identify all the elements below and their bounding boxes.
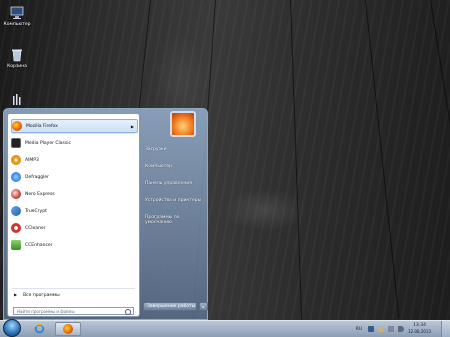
program-item-nero-express[interactable]: Nero Express <box>11 187 136 201</box>
triangle-right-icon: ▶ <box>14 292 18 297</box>
program-item-aimp3[interactable]: AIMP3 <box>11 153 136 167</box>
plank-seam <box>365 0 400 319</box>
desktop-icon-computer[interactable]: Компьютер <box>0 6 34 27</box>
program-name: Nero Express <box>25 191 55 197</box>
system-tray: RU 13:34 12.08.2013 <box>356 321 450 337</box>
program-name: Mozilla Firefox <box>26 123 58 129</box>
volume-icon[interactable] <box>398 326 405 332</box>
separator <box>12 133 135 134</box>
network-status-icon[interactable] <box>388 326 395 332</box>
program-name: Media Player Classic <box>25 140 71 146</box>
clock-date: 12.08.2013 <box>408 329 431 334</box>
program-item-ccleaner[interactable]: CCleaner <box>11 221 136 235</box>
recycle-bin-icon <box>9 48 25 62</box>
action-center-flag-icon[interactable] <box>378 326 385 332</box>
desktop-icon-network[interactable] <box>0 92 34 108</box>
clock[interactable]: 13:34 12.08.2013 <box>408 323 431 335</box>
user-avatar[interactable] <box>170 111 196 137</box>
nero-icon <box>11 189 21 199</box>
firefox-icon <box>12 121 22 131</box>
taskbar: RU 13:34 12.08.2013 <box>0 319 450 337</box>
ccleaner-icon <box>11 223 21 233</box>
right-item-computer[interactable]: Компьютер <box>145 164 172 169</box>
program-name: AIMP3 <box>25 157 39 163</box>
computer-icon <box>9 6 25 20</box>
ccenhancer-icon <box>11 240 21 250</box>
separator <box>12 288 135 289</box>
program-name: CCleaner <box>25 225 46 231</box>
right-item-default-programs[interactable]: Программы по умолчанию <box>145 215 207 225</box>
right-item-control-panel[interactable]: Панель управления <box>145 181 192 186</box>
plank-seam <box>290 0 303 320</box>
all-programs-label: Все программы <box>23 293 60 298</box>
right-item-devices-printers[interactable]: Устройства и принтеры <box>145 198 201 203</box>
language-indicator[interactable]: RU <box>356 327 362 332</box>
search-placeholder: Найти программы и файлы <box>17 308 75 314</box>
defraggler-icon <box>11 172 21 182</box>
shutdown-button[interactable]: Завершение работы <box>143 302 197 311</box>
program-item-media-player-classic[interactable]: Media Player Classic <box>11 136 136 150</box>
show-hidden-icons-icon[interactable] <box>368 326 375 332</box>
shutdown-options-arrow-icon[interactable]: ▸ <box>199 302 208 311</box>
submenu-arrow-icon[interactable]: ▶ <box>131 124 134 129</box>
program-name: CCEnhancer <box>25 242 53 248</box>
search-icon[interactable] <box>125 309 131 315</box>
media-player-icon <box>11 138 21 148</box>
taskbar-app-internet-explorer[interactable] <box>26 322 52 336</box>
search-input[interactable]: Найти программы и файлы <box>13 307 134 315</box>
program-item-ccenhancer[interactable]: CCEnhancer <box>11 238 136 252</box>
truecrypt-icon <box>11 206 21 216</box>
right-item-downloads[interactable]: Загрузки <box>145 147 167 152</box>
desktop-icon-recycle-bin[interactable]: Корзина <box>0 48 34 69</box>
taskbar-app-firefox[interactable] <box>55 322 81 336</box>
plank-seam <box>430 0 450 317</box>
show-desktop-button[interactable] <box>441 321 450 337</box>
program-name: TrueCrypt <box>25 208 47 214</box>
program-item-firefox[interactable]: Mozilla Firefox ▶ <box>11 119 138 133</box>
start-button[interactable] <box>3 319 21 337</box>
start-menu-programs-pane: Mozilla Firefox ▶ Media Player Classic A… <box>7 113 140 317</box>
program-item-defraggler[interactable]: Defraggler <box>11 170 136 184</box>
internet-explorer-icon <box>34 323 45 336</box>
network-icon <box>9 92 25 106</box>
desktop-icon-label: Компьютер <box>3 22 31 27</box>
desktop-icon-label: Корзина <box>7 64 27 69</box>
aimp-icon <box>11 155 21 165</box>
program-name: Defraggler <box>25 174 50 180</box>
program-item-truecrypt[interactable]: TrueCrypt <box>11 204 136 218</box>
start-menu: Mozilla Firefox ▶ Media Player Classic A… <box>3 108 208 320</box>
firefox-icon <box>63 324 73 334</box>
all-programs-link[interactable]: ▶ Все программы <box>14 292 60 298</box>
